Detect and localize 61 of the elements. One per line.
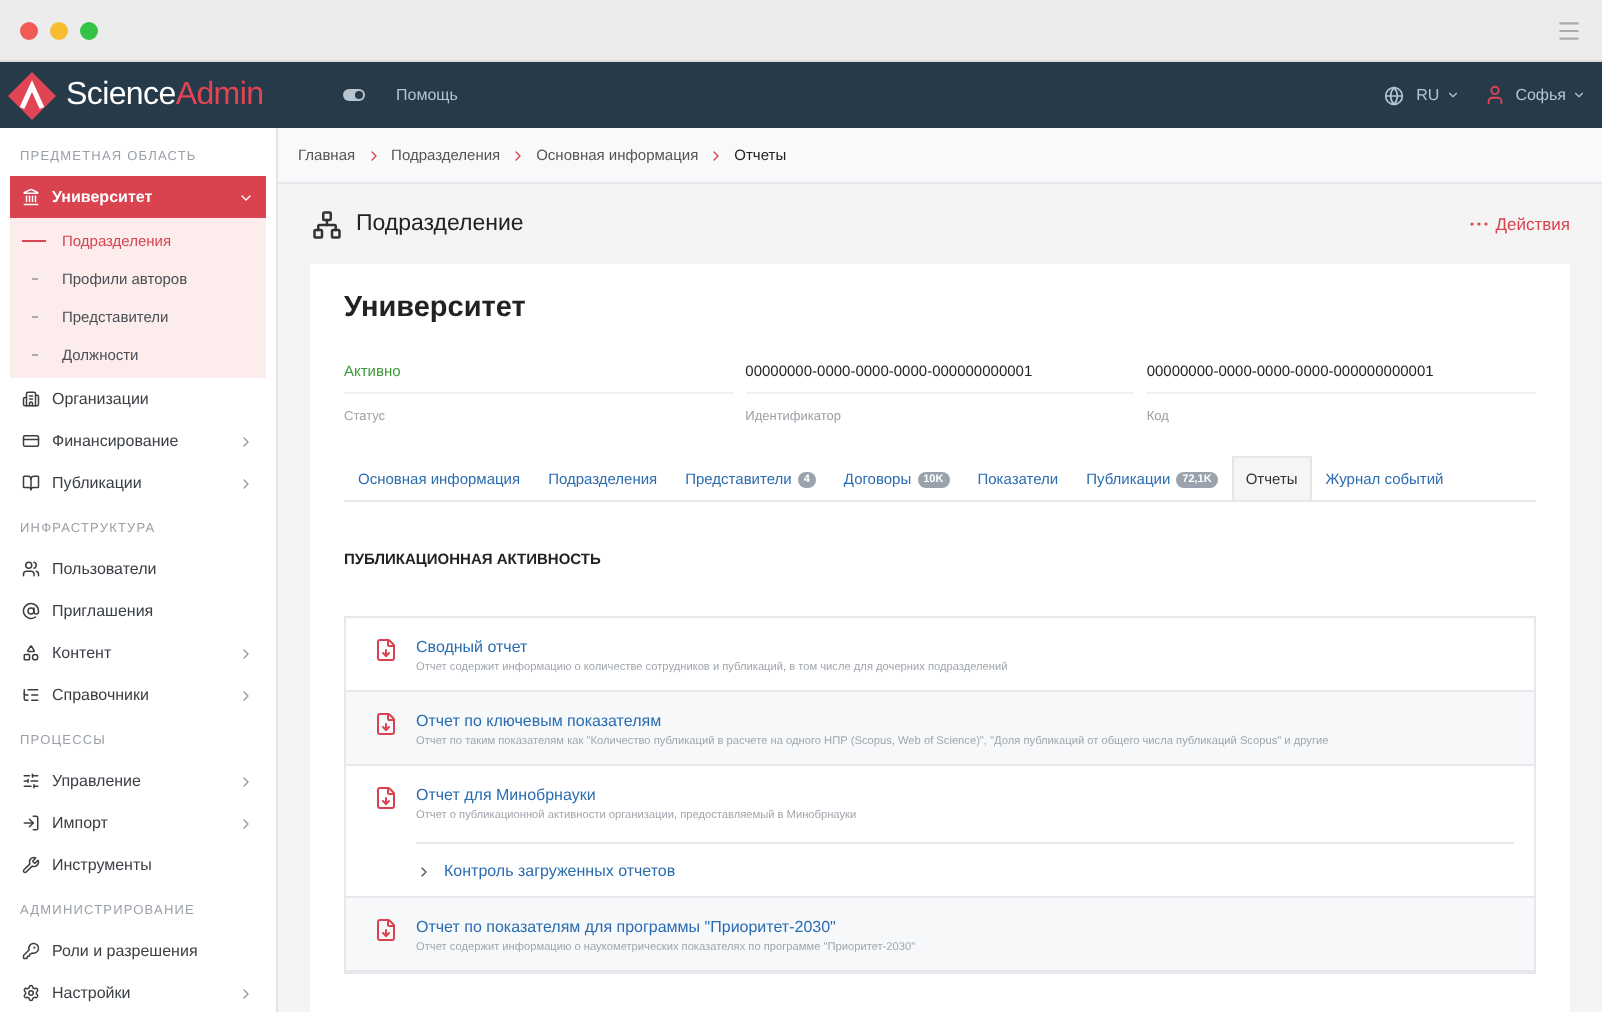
minimize-dot-icon[interactable] (50, 21, 68, 39)
actions-button[interactable]: Действия (1469, 214, 1570, 234)
chevron-icon (416, 863, 432, 879)
sidebar-item[interactable]: Финансирование (10, 420, 266, 462)
report-link[interactable]: Отчет для Минобрнауки (416, 786, 1514, 804)
pdf-file-icon (374, 786, 398, 810)
sidebar-item[interactable]: Роли и разрешения (10, 930, 266, 972)
hierarchy-icon (312, 209, 342, 239)
globe-icon[interactable] (1384, 85, 1405, 105)
user-icon[interactable] (1483, 84, 1506, 106)
report-link[interactable]: Отчет по ключевым показателям (416, 712, 1514, 730)
maximize-dot-icon[interactable] (80, 21, 98, 39)
sidebar-item[interactable]: Приглашения (10, 590, 266, 632)
logo-text: ScienceAdmin (66, 77, 264, 113)
logo-icon (6, 69, 58, 121)
sidebar-item[interactable]: Настройки (10, 972, 266, 1012)
expand-link[interactable]: Контроль загруженных отчетов (416, 842, 1514, 880)
sidebar-item-icon (22, 432, 40, 450)
sidebar-item[interactable]: Контент (10, 632, 266, 674)
sidebar-item[interactable]: Университет (10, 176, 266, 218)
pdf-file-icon (374, 918, 398, 942)
close-dot-icon[interactable] (20, 21, 38, 39)
sidebar-item[interactable]: Справочники (10, 674, 266, 716)
pdf-file-icon (374, 638, 398, 662)
pdf-file-icon (374, 712, 398, 736)
language-dropdown[interactable]: RU (1416, 86, 1460, 104)
sidebar-item-icon (22, 188, 40, 206)
chevron-icon (238, 687, 254, 703)
chevron-icon (238, 433, 254, 449)
sidebar-item-icon (22, 984, 40, 1002)
page-title: Подразделение (356, 212, 526, 236)
sidebar-item-icon (22, 686, 40, 704)
sidebar-item[interactable]: Пользователи (10, 548, 266, 590)
sidebar-item[interactable]: Инструменты (10, 844, 266, 886)
sidebar-item[interactable]: Публикации (10, 462, 266, 504)
sidebar-item[interactable]: Импорт (10, 802, 266, 844)
sidebar-item-icon (22, 390, 40, 408)
menu-icon[interactable] (1556, 17, 1582, 43)
report-link[interactable]: Отчет по показателям для программы "Приоритет-2030" (416, 918, 1514, 936)
help-link[interactable]: Помощь (396, 86, 458, 104)
chevron-icon (238, 815, 254, 831)
caret-icon (1445, 88, 1460, 102)
caret-icon (1572, 88, 1586, 102)
sidebar-item-icon (22, 474, 40, 492)
chevron-icon (238, 985, 254, 1001)
sidebar-item[interactable]: Управление (10, 760, 266, 802)
sidebar-item-icon (22, 942, 40, 960)
sidebar-item-icon (22, 814, 40, 832)
sidebar-item-icon (22, 772, 40, 790)
sidebar-item-icon (22, 560, 40, 578)
report-link[interactable]: Сводный отчет (416, 638, 1514, 656)
card-title: Университет (344, 292, 528, 324)
sidebar-item[interactable]: Организации (10, 378, 266, 420)
chevron-icon (238, 773, 254, 789)
sidebar-item-icon (22, 602, 40, 620)
sidebar-item-icon (22, 644, 40, 662)
sidebar-item-icon (22, 856, 40, 874)
chevron-icon (238, 645, 254, 661)
chevron-icon (238, 475, 254, 491)
user-dropdown[interactable]: Софья (1515, 86, 1586, 104)
toggle-icon[interactable] (342, 88, 366, 102)
